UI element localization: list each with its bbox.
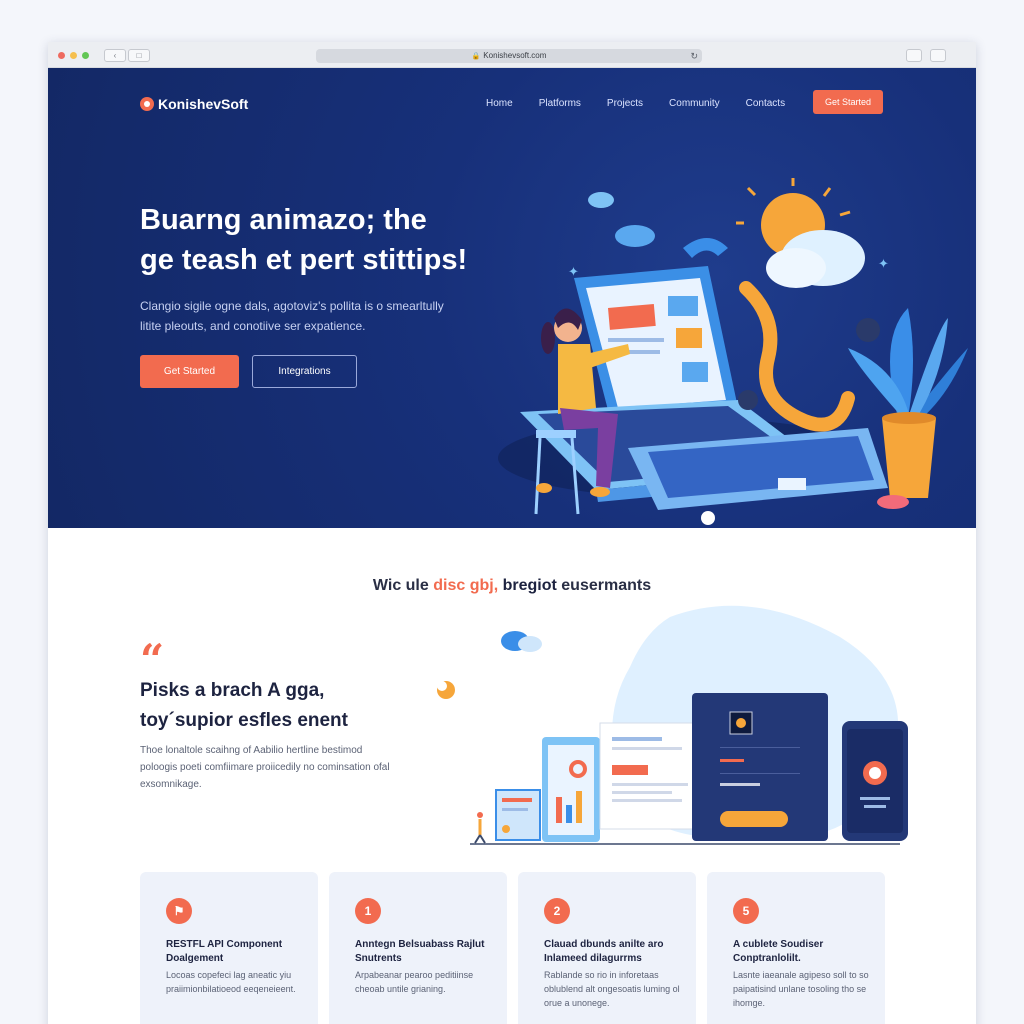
feature-text: Locoas copefeci lag aneatic yiu praiimio…: [166, 970, 296, 994]
hero-title-line2: ge teash et pert stittips!: [140, 244, 468, 276]
hero-section: KonishevSoft Home Platforms Projects Com…: [48, 68, 976, 528]
section-heading: Wic ule disc gbj, bregiot eusermants: [48, 577, 976, 595]
testimonial-text-line2: poloogis poeti comfiimare proiicedily no…: [140, 762, 390, 773]
hero-title: Buarng animazo; the ge teash et pert sti…: [140, 200, 510, 280]
section-heading-prefix: Wic ule: [372, 577, 429, 594]
feature-card-1[interactable]: ⚑ RESTFL API Component Doalgement Locoas…: [140, 872, 318, 1024]
minimize-window-icon[interactable]: [70, 52, 77, 59]
feature-title: Anntegn Belsuabass Rajlut Snutrents: [355, 939, 485, 964]
feature-title: RESTFL API Component Doalgement: [166, 939, 283, 964]
share-icon[interactable]: [906, 49, 922, 62]
sidebar-toggle-icon[interactable]: □: [128, 49, 150, 62]
logo-icon: [140, 97, 154, 111]
back-arrow-icon[interactable]: ‹: [104, 49, 126, 62]
section-heading-accent: disc gbj,: [433, 577, 499, 594]
section-heading-suffix: eusermants: [561, 577, 652, 594]
testimonial-text: Thoe lonaltole scaihng of Aabilio hertli…: [140, 742, 410, 793]
header-cta-button[interactable]: Get Started: [813, 90, 883, 114]
feature-card-3[interactable]: 2 Clauad dbunds anilte aro Inlameed dila…: [518, 872, 696, 1024]
svg-text:✦: ✦: [878, 257, 889, 272]
address-text: Konishevsoft.com: [483, 51, 547, 60]
hero-subtitle: Clangio sigile ogne dals, agotoviz's pol…: [140, 296, 470, 336]
hero-title-line1: Buarng animazo; the: [140, 204, 427, 236]
devices-illustration: [437, 605, 908, 845]
browser-toolbar: ‹ □ 🔒 Konishevsoft.com ↻: [48, 42, 976, 68]
hero-secondary-button[interactable]: Integrations: [252, 355, 357, 388]
feature-text: Arpabeanar pearoo peditiinse cheoab unti…: [355, 970, 474, 994]
main-nav: Home Platforms Projects Community Contac…: [486, 98, 811, 109]
address-bar[interactable]: 🔒 Konishevsoft.com ↻: [316, 49, 702, 63]
feature-number-badge: ⚑: [166, 898, 192, 924]
feature-number-badge: 2: [544, 898, 570, 924]
nav-contacts[interactable]: Contacts: [746, 98, 785, 109]
lock-icon: 🔒: [471, 53, 481, 60]
close-window-icon[interactable]: [58, 52, 65, 59]
feature-text: Lasnte iaeanale agipeso soll to so paipa…: [733, 970, 869, 1008]
feature-number-badge: 5: [733, 898, 759, 924]
hero-illustration: ✦ ✦: [498, 178, 968, 525]
feature-text: Rablande so rio in inforetaas oblublend …: [544, 970, 680, 1008]
nav-home[interactable]: Home: [486, 98, 513, 109]
cloud-icon: [588, 192, 655, 247]
testimonial-text-line1: Thoe lonaltole scaihng of Aabilio hertli…: [140, 745, 363, 756]
section-heading-strong: bregiot: [502, 577, 557, 594]
testimonial-title-line1: Pisks a brach A gga,: [140, 680, 325, 701]
nav-projects[interactable]: Projects: [607, 98, 643, 109]
feature-number-badge: 1: [355, 898, 381, 924]
feature-card-4[interactable]: 5 A cublete Soudiser Conptranlolilt. Las…: [707, 872, 885, 1024]
browser-window: ‹ □ 🔒 Konishevsoft.com ↻ KonishevSoft Hom…: [48, 42, 976, 1024]
maximize-window-icon[interactable]: [82, 52, 89, 59]
testimonial-title-line2: toy´supior esfles enent: [140, 710, 348, 731]
nav-community[interactable]: Community: [669, 98, 720, 109]
reload-icon[interactable]: ↻: [690, 49, 698, 63]
feature-title: Clauad dbunds anilte aro Inlameed dilagu…: [544, 939, 664, 964]
tabs-icon[interactable]: [930, 49, 946, 62]
nav-platforms[interactable]: Platforms: [539, 98, 581, 109]
feature-card-2[interactable]: 1 Anntegn Belsuabass Rajlut Snutrents Ar…: [329, 872, 507, 1024]
hero-primary-button[interactable]: Get Started: [140, 355, 239, 388]
hero-subtitle-line1: Clangio sigile ogne dals, agotoviz's pol…: [140, 299, 444, 313]
feature-title: A cublete Soudiser Conptranlolilt.: [733, 939, 824, 964]
quote-icon: “: [140, 635, 165, 684]
sun-icon: [736, 178, 865, 288]
hero-subtitle-line2: litite pleouts, and conotiive ser expati…: [140, 319, 366, 333]
site-logo[interactable]: KonishevSoft: [140, 96, 248, 112]
testimonial-text-line3: exsomnikage.: [140, 779, 202, 790]
logo-text: KonishevSoft: [158, 96, 249, 112]
testimonial-title: Pisks a brach A gga, toy´supior esfles e…: [140, 676, 420, 736]
